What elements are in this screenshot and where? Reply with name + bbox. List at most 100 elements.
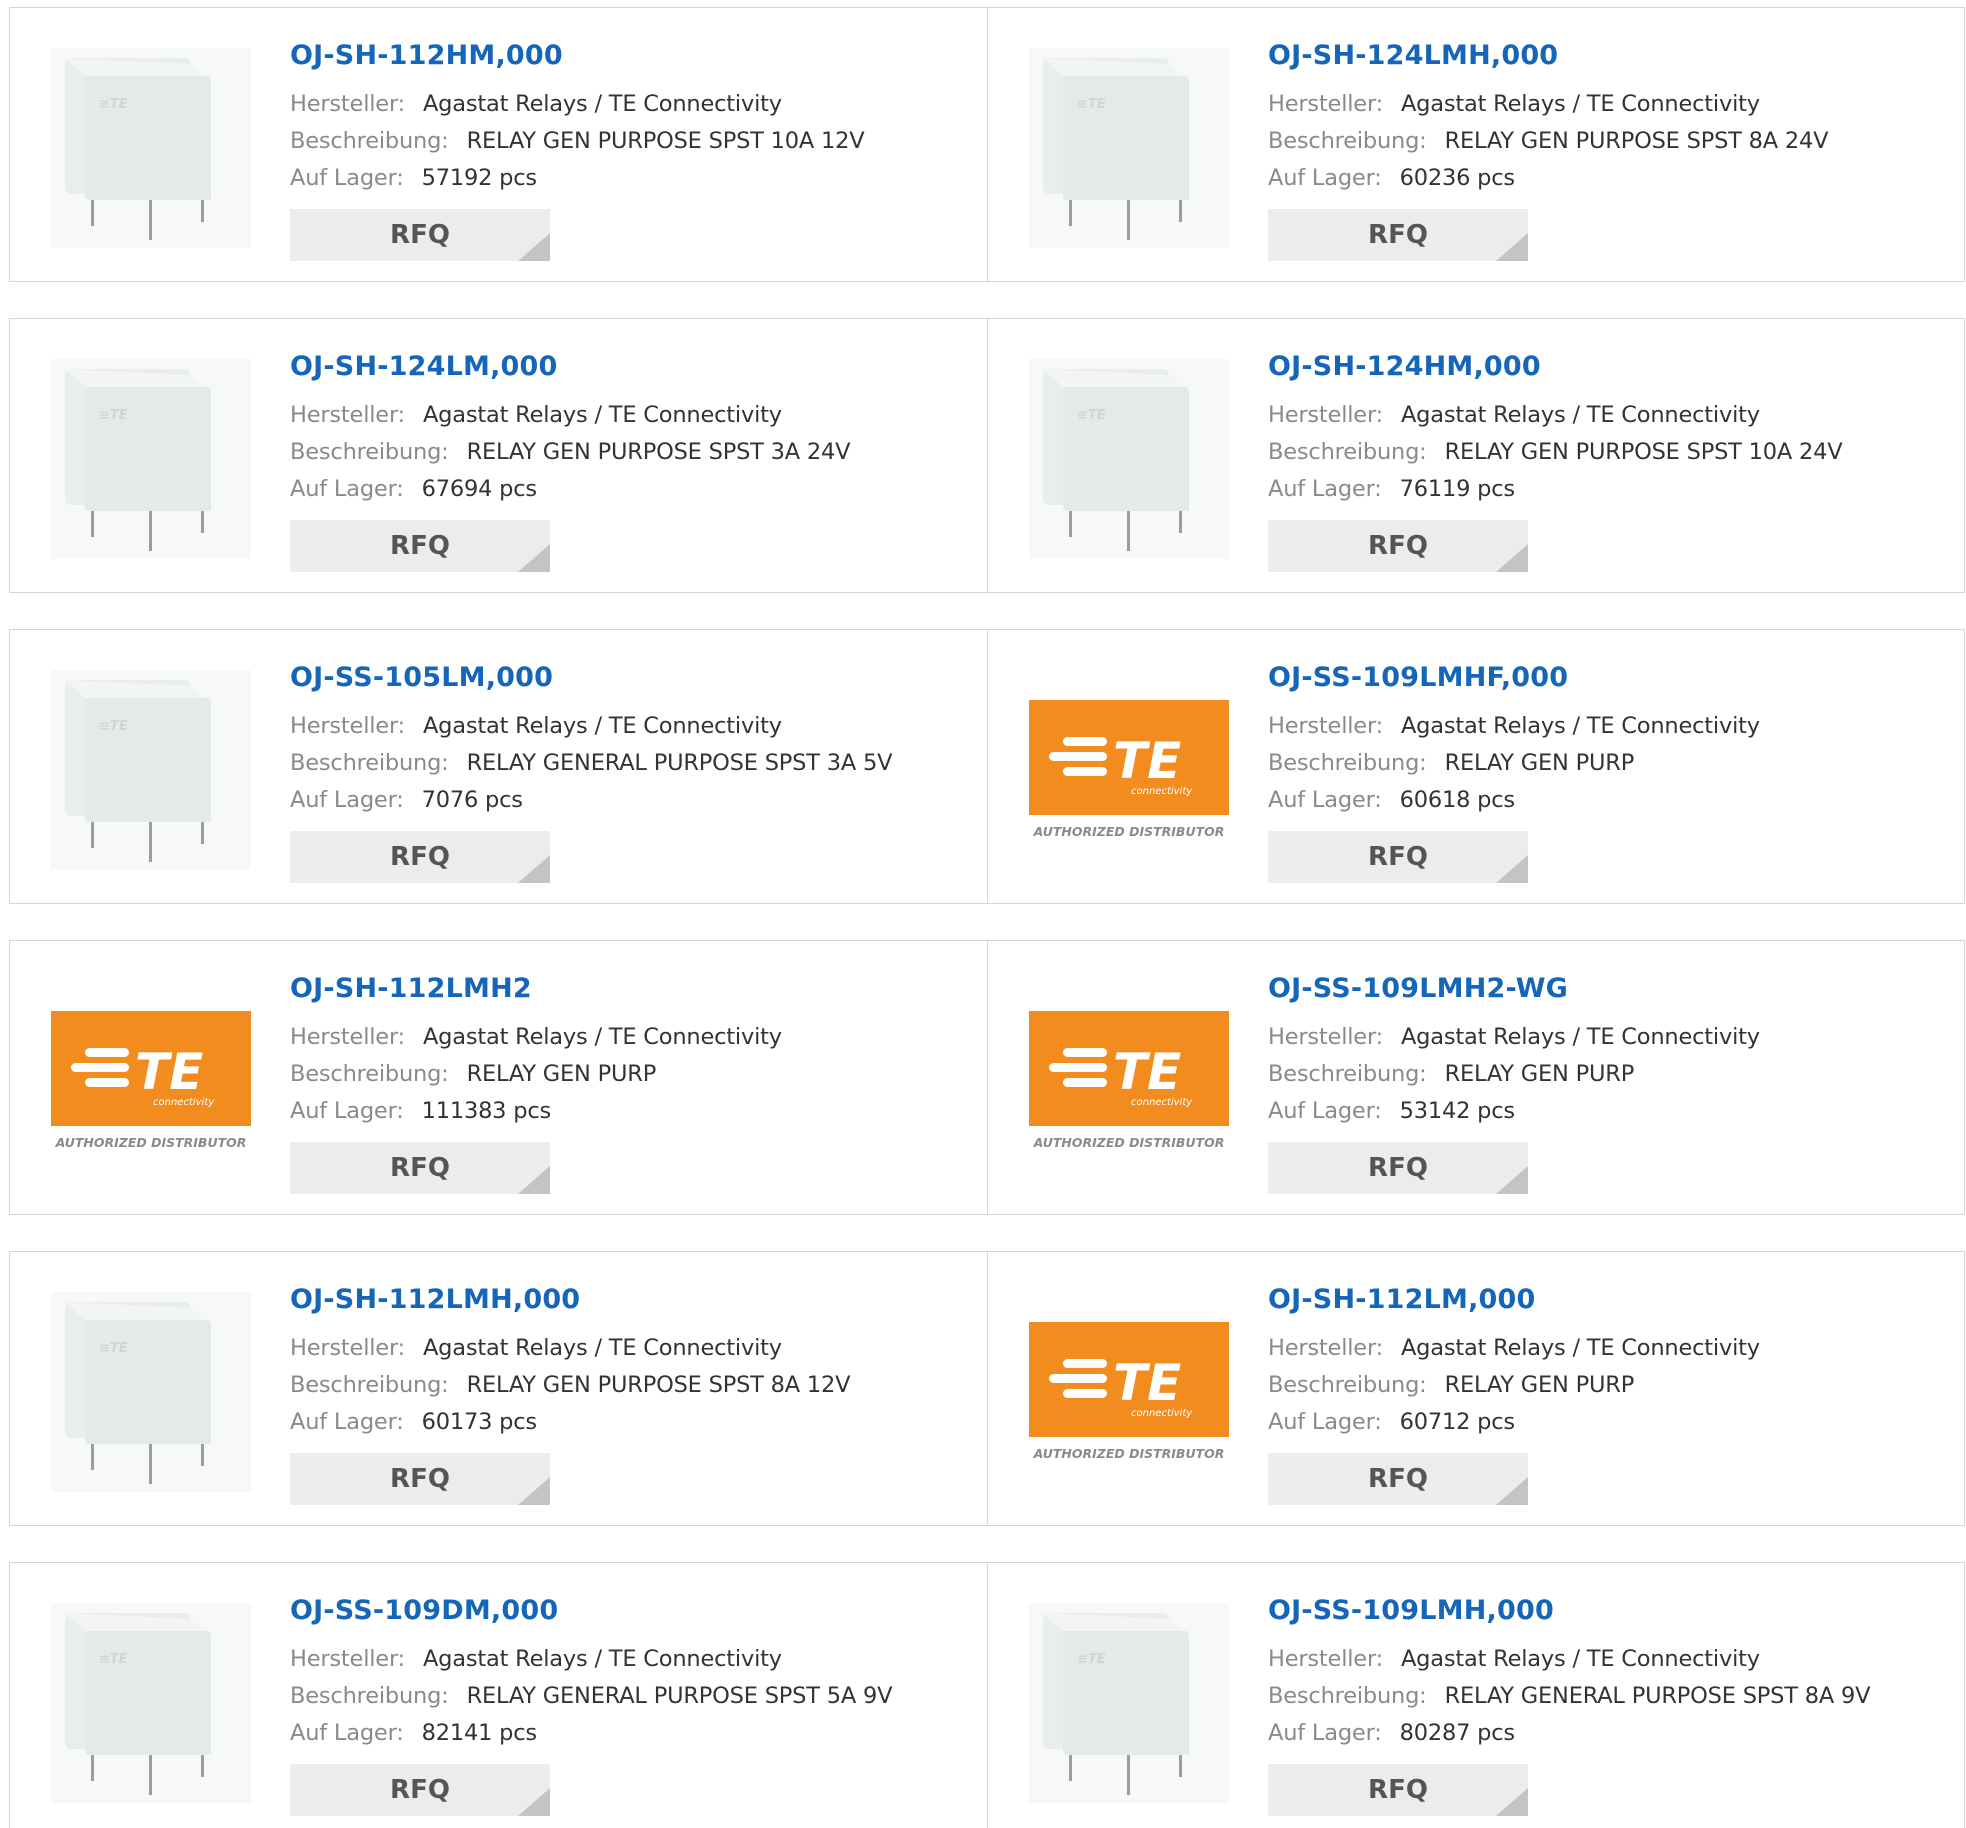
description-label: Beschreibung: (290, 439, 449, 465)
svg-text:connectivity: connectivity (153, 1097, 215, 1108)
product-image[interactable]: ≡TE (51, 1292, 251, 1492)
product-info: OJ-SS-109LMH2-WG Hersteller: Agastat Rela… (1268, 973, 1944, 1130)
manufacturer-value: Agastat Relays / TE Connectivity (1400, 1335, 1760, 1361)
description-label: Beschreibung: (290, 128, 449, 154)
part-number-link[interactable]: OJ-SH-112LMH,000 (290, 1284, 580, 1315)
product-image[interactable]: ≡TE (51, 359, 251, 559)
rfq-button[interactable]: RFQ (290, 1142, 550, 1194)
relay-photo-icon: ≡TE (51, 48, 251, 248)
product-row: ≡TE OJ-SH-112LMH,000 Hersteller: Agastat … (9, 1251, 1965, 1526)
manufacturer-value: Agastat Relays / TE Connectivity (422, 1646, 782, 1672)
stock-value: 76119 pcs (1399, 476, 1516, 502)
corner-fold-icon (518, 1166, 550, 1194)
manufacturer-label: Hersteller: (290, 713, 405, 739)
manufacturer-line: Hersteller: Agastat Relays / TE Connectiv… (1268, 708, 1944, 745)
description-line: Beschreibung: RELAY GENERAL PURPOSE SPST … (1268, 1678, 1944, 1715)
rfq-button[interactable]: RFQ (1268, 1142, 1528, 1194)
part-number-link[interactable]: OJ-SS-109DM,000 (290, 1595, 558, 1626)
product-row: TE connectivity AUTHORIZED DISTRIBUTOR O… (9, 940, 1965, 1215)
product-image[interactable]: TE connectivity AUTHORIZED DISTRIBUTOR (1029, 981, 1229, 1181)
corner-fold-icon (518, 1788, 550, 1816)
rfq-button[interactable]: RFQ (1268, 831, 1528, 883)
rfq-button[interactable]: RFQ (290, 1764, 550, 1816)
rfq-button[interactable]: RFQ (1268, 520, 1528, 572)
product-image[interactable]: TE connectivity AUTHORIZED DISTRIBUTOR (1029, 1292, 1229, 1492)
description-label: Beschreibung: (1268, 439, 1427, 465)
product-image[interactable]: ≡TE (51, 670, 251, 870)
corner-fold-icon (518, 855, 550, 883)
stock-value: 60712 pcs (1399, 1409, 1516, 1435)
part-number-link[interactable]: OJ-SH-112LM,000 (1268, 1284, 1536, 1315)
description-line: Beschreibung: RELAY GEN PURPOSE SPST 8A 1… (290, 1367, 967, 1404)
product-image[interactable]: ≡TE (1029, 359, 1229, 559)
part-number-link[interactable]: OJ-SH-124LM,000 (290, 351, 558, 382)
description-line: Beschreibung: RELAY GEN PURP (1268, 1056, 1944, 1093)
product-card: ≡TE OJ-SH-124LM,000 Hersteller: Agastat R… (10, 319, 987, 592)
part-number-link[interactable]: OJ-SH-124LMH,000 (1268, 40, 1558, 71)
stock-line: Auf Lager: 111383 pcs (290, 1093, 967, 1130)
product-info: OJ-SH-124LM,000 Hersteller: Agastat Relay… (290, 351, 967, 508)
stock-line: Auf Lager: 60173 pcs (290, 1404, 967, 1441)
product-row: ≡TE OJ-SS-109DM,000 Hersteller: Agastat R… (9, 1562, 1965, 1828)
stock-value: 60618 pcs (1399, 787, 1516, 813)
product-card: ≡TE OJ-SH-124LMH,000 Hersteller: Agastat … (987, 8, 1964, 281)
description-value: RELAY GEN PURP (1444, 1372, 1635, 1398)
stock-label: Auf Lager: (1268, 1720, 1382, 1746)
rfq-button[interactable]: RFQ (1268, 1453, 1528, 1505)
rfq-label: RFQ (390, 220, 450, 250)
corner-fold-icon (518, 233, 550, 261)
svg-text:≡TE: ≡TE (99, 1652, 128, 1667)
stock-label: Auf Lager: (290, 165, 404, 191)
product-card: TE connectivity AUTHORIZED DISTRIBUTOR O… (10, 941, 987, 1214)
part-number-link[interactable]: OJ-SH-112LMH2 (290, 973, 532, 1004)
product-image[interactable]: TE connectivity AUTHORIZED DISTRIBUTOR (51, 981, 251, 1181)
relay-photo-icon: ≡TE (1029, 1603, 1229, 1803)
manufacturer-value: Agastat Relays / TE Connectivity (1400, 1646, 1760, 1672)
product-image[interactable]: ≡TE (51, 1603, 251, 1803)
svg-text:connectivity: connectivity (1131, 1408, 1193, 1419)
manufacturer-value: Agastat Relays / TE Connectivity (422, 1024, 782, 1050)
part-number-link[interactable]: OJ-SS-109LMHF,000 (1268, 662, 1568, 693)
part-number-link[interactable]: OJ-SS-109LMH2-WG (1268, 973, 1568, 1004)
rfq-button[interactable]: RFQ (290, 831, 550, 883)
rfq-button[interactable]: RFQ (290, 1453, 550, 1505)
svg-text:AUTHORIZED DISTRIBUTOR: AUTHORIZED DISTRIBUTOR (1033, 1135, 1225, 1150)
manufacturer-line: Hersteller: Agastat Relays / TE Connectiv… (290, 708, 967, 745)
manufacturer-value: Agastat Relays / TE Connectivity (422, 91, 782, 117)
part-number-link[interactable]: OJ-SS-105LM,000 (290, 662, 553, 693)
product-info: OJ-SH-112LMH,000 Hersteller: Agastat Rela… (290, 1284, 967, 1441)
product-image[interactable]: ≡TE (1029, 1603, 1229, 1803)
part-number-link[interactable]: OJ-SH-124HM,000 (1268, 351, 1541, 382)
rfq-button[interactable]: RFQ (290, 209, 550, 261)
rfq-label: RFQ (390, 1464, 450, 1494)
manufacturer-label: Hersteller: (1268, 713, 1383, 739)
product-image[interactable]: TE connectivity AUTHORIZED DISTRIBUTOR (1029, 670, 1229, 870)
stock-value: 60173 pcs (421, 1409, 538, 1435)
rfq-label: RFQ (390, 842, 450, 872)
corner-fold-icon (1496, 855, 1528, 883)
manufacturer-label: Hersteller: (290, 1646, 405, 1672)
stock-label: Auf Lager: (290, 476, 404, 502)
description-line: Beschreibung: RELAY GEN PURP (290, 1056, 967, 1093)
description-line: Beschreibung: RELAY GEN PURPOSE SPST 10A … (1268, 434, 1944, 471)
manufacturer-line: Hersteller: Agastat Relays / TE Connectiv… (290, 86, 967, 123)
product-row: ≡TE OJ-SH-124LM,000 Hersteller: Agastat R… (9, 318, 1965, 593)
rfq-button[interactable]: RFQ (1268, 1764, 1528, 1816)
manufacturer-value: Agastat Relays / TE Connectivity (422, 1335, 782, 1361)
rfq-button[interactable]: RFQ (1268, 209, 1528, 261)
corner-fold-icon (1496, 1788, 1528, 1816)
part-number-link[interactable]: OJ-SS-109LMH,000 (1268, 1595, 1554, 1626)
svg-text:AUTHORIZED DISTRIBUTOR: AUTHORIZED DISTRIBUTOR (1033, 824, 1225, 839)
product-image[interactable]: ≡TE (1029, 48, 1229, 248)
manufacturer-value: Agastat Relays / TE Connectivity (422, 713, 782, 739)
description-label: Beschreibung: (290, 1683, 449, 1709)
description-label: Beschreibung: (290, 1061, 449, 1087)
description-label: Beschreibung: (1268, 1372, 1427, 1398)
description-label: Beschreibung: (1268, 1061, 1427, 1087)
description-label: Beschreibung: (1268, 128, 1427, 154)
part-number-link[interactable]: OJ-SH-112HM,000 (290, 40, 563, 71)
product-image[interactable]: ≡TE (51, 48, 251, 248)
rfq-button[interactable]: RFQ (290, 520, 550, 572)
stock-value: 57192 pcs (421, 165, 538, 191)
svg-text:≡TE: ≡TE (99, 408, 128, 423)
